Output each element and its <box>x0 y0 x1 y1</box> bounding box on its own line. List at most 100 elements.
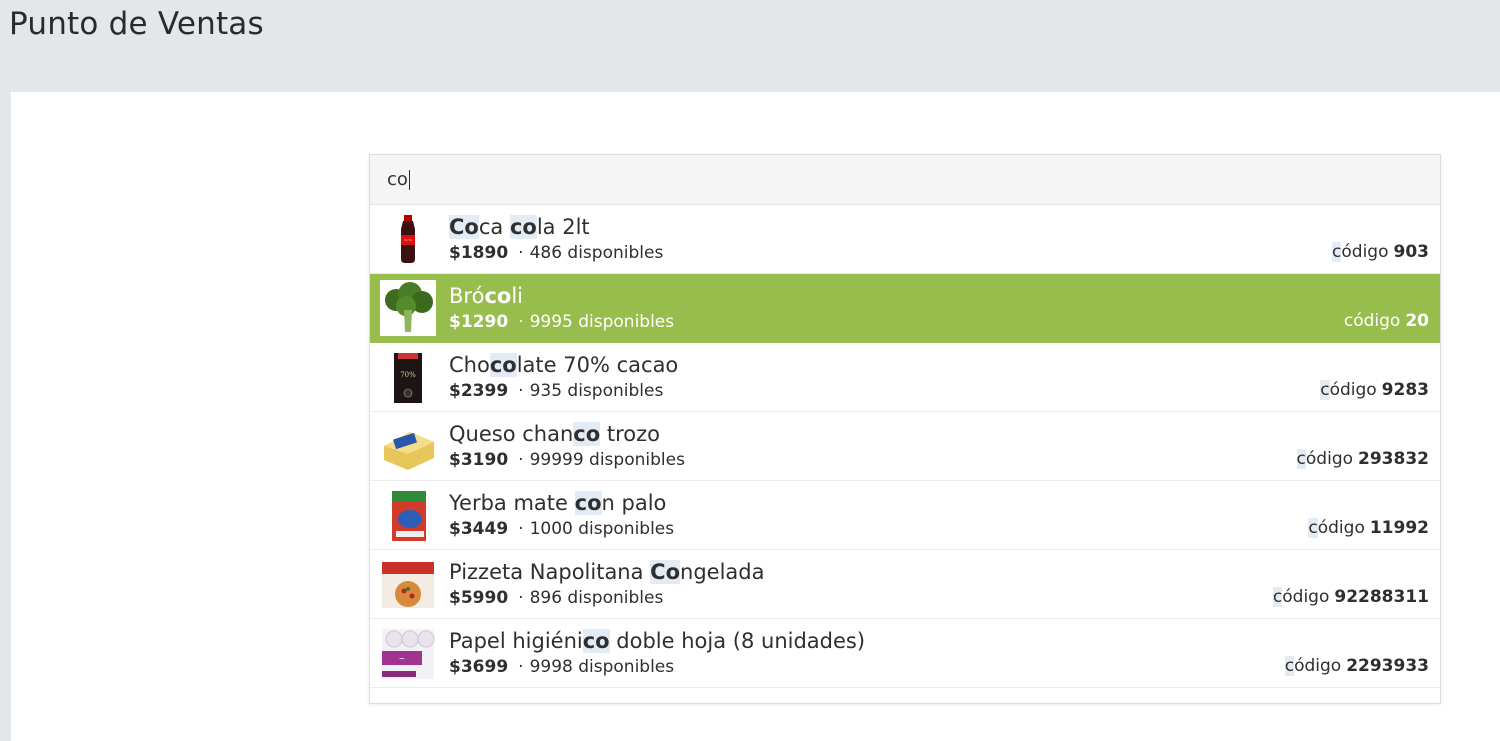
broccoli-image <box>380 280 436 336</box>
match-highlight: co <box>573 421 601 446</box>
code-label-rest: ódigo <box>1294 656 1342 676</box>
meta-separator: · <box>518 587 524 608</box>
match-highlight: Co <box>449 214 479 239</box>
code-label: código <box>1296 449 1354 469</box>
code-label-rest: ódigo <box>1329 380 1377 400</box>
product-meta: $1290 · 9995 disponibles <box>449 310 1440 334</box>
result-item[interactable]: Pizzeta Napolitana Congelada $5990 · 896 di… <box>370 550 1440 619</box>
product-code: código 92288311 <box>1272 585 1429 609</box>
result-item[interactable]: Queso chanco trozo $3190 · 99999 disponible… <box>370 412 1440 481</box>
code-label-match: c <box>1296 449 1306 469</box>
match-highlight: co <box>582 628 610 653</box>
code-label-match: c <box>1284 656 1295 676</box>
match-highlight: co <box>509 214 537 239</box>
name-text: ca <box>478 214 510 239</box>
product-stock: 9998 disponibles <box>529 656 675 677</box>
svg-text:70%: 70% <box>400 371 416 379</box>
product-name: Papel higiénico doble hoja (8 unidades) <box>449 628 1440 654</box>
search-query-text: co <box>387 169 408 190</box>
chocolate-bar-image: 70% <box>380 349 436 405</box>
result-item[interactable]: 70% Chocolate 70% cacao $2399 · 935 disponib… <box>370 343 1440 412</box>
product-stock: 9995 disponibles <box>529 311 675 332</box>
name-text: Queso chan <box>449 421 574 446</box>
text-caret <box>408 169 410 190</box>
product-code: código 9283 <box>1320 378 1429 402</box>
match-highlight: co <box>574 490 602 515</box>
svg-text:~~: ~~ <box>404 238 412 244</box>
result-info: Brócoli $1290 · 9995 disponibles <box>449 283 1440 334</box>
product-meta: $1890 · 486 disponibles <box>449 241 1440 265</box>
result-item[interactable]: ~~ Coca cola 2lt $1890 · 486 disponibles códi… <box>370 205 1440 274</box>
meta-separator: · <box>518 242 524 263</box>
product-meta: $3449 · 1000 disponibles <box>449 517 1440 541</box>
code-number: 11992 <box>1369 518 1429 538</box>
meta-separator: · <box>518 449 524 470</box>
code-label: código <box>1344 311 1400 331</box>
code-number: 20 <box>1405 311 1429 331</box>
product-name: Chocolate 70% cacao <box>449 352 1440 378</box>
product-price: $3449 <box>449 518 509 539</box>
product-search-autocomplete: co ~~ Coca cola 2lt $1890 · 486 disponibles c… <box>369 154 1441 704</box>
product-stock: 486 disponibles <box>529 242 664 263</box>
product-price: $3190 <box>449 449 509 470</box>
name-text: la 2lt <box>536 214 590 239</box>
code-label-match: c <box>1272 587 1283 607</box>
name-text: li <box>511 283 523 308</box>
name-text: Pizzeta Napolitana <box>449 559 651 584</box>
code-label: código <box>1272 587 1330 607</box>
product-name: Queso chanco trozo <box>449 421 1440 447</box>
result-item[interactable]: Yerba mate con palo $3449 · 1000 disponible… <box>370 481 1440 550</box>
result-item[interactable]: ~ Papel higiénico doble hoja (8 unidades)… <box>370 619 1440 688</box>
code-number: 903 <box>1393 242 1430 262</box>
name-text: n palo <box>601 490 667 515</box>
match-highlight: co <box>484 283 512 308</box>
result-info: Yerba mate con palo $3449 · 1000 disponible… <box>449 490 1440 541</box>
code-label: código <box>1284 656 1342 676</box>
code-number: 293832 <box>1358 449 1429 469</box>
match-highlight: co <box>489 352 517 377</box>
product-name: Coca cola 2lt <box>449 214 1440 240</box>
name-text: Papel higiéni <box>449 628 583 653</box>
name-text: ngelada <box>680 559 765 584</box>
pizza-box-image <box>380 556 436 612</box>
yerba-package-image <box>380 487 436 543</box>
meta-separator: · <box>518 311 524 332</box>
code-label-rest: ódigo <box>1341 242 1389 262</box>
meta-separator: · <box>518 518 524 539</box>
page-title: Punto de Ventas <box>9 6 264 42</box>
product-code: código 2293933 <box>1284 654 1429 678</box>
match-highlight: Co <box>650 559 681 584</box>
svg-text:~: ~ <box>399 654 406 663</box>
code-number: 9283 <box>1381 380 1429 400</box>
result-item[interactable]: Brócoli $1290 · 9995 disponibles código 20 <box>370 274 1440 343</box>
code-label-rest: ódigo <box>1282 587 1330 607</box>
result-info: Coca cola 2lt $1890 · 486 disponibles <box>449 214 1440 265</box>
product-stock: 896 disponibles <box>529 587 664 608</box>
code-label-rest: ódigo <box>1305 449 1354 469</box>
name-text: Yerba mate <box>449 490 575 515</box>
search-input[interactable]: co <box>370 155 1440 205</box>
product-price: $5990 <box>449 587 509 608</box>
product-name: Yerba mate con palo <box>449 490 1440 516</box>
code-number: 92288311 <box>1334 587 1429 607</box>
code-label: código <box>1308 518 1365 538</box>
product-stock: 935 disponibles <box>529 380 664 401</box>
code-label: código <box>1320 380 1377 400</box>
name-text: Cho <box>449 352 490 377</box>
product-code: código 11992 <box>1308 516 1429 540</box>
product-meta: $2399 · 935 disponibles <box>449 379 1440 403</box>
code-label-match: c <box>1320 380 1330 400</box>
code-number: 2293933 <box>1346 656 1429 676</box>
meta-separator: · <box>518 380 524 401</box>
code-label-match: c <box>1308 518 1318 538</box>
product-price: $2399 <box>449 380 509 401</box>
name-text: late 70% cacao <box>516 352 679 377</box>
code-label-rest: ódigo <box>1353 311 1401 331</box>
result-info: Chocolate 70% cacao $2399 · 935 disponibles <box>449 352 1440 403</box>
product-stock: 99999 disponibles <box>529 449 685 470</box>
toilet-paper-pack-image: ~ <box>380 625 436 681</box>
product-name: Brócoli <box>449 283 1440 309</box>
result-info: Queso chanco trozo $3190 · 99999 disponible… <box>449 421 1440 472</box>
product-meta: $3190 · 99999 disponibles <box>449 448 1440 472</box>
meta-separator: · <box>518 656 524 677</box>
